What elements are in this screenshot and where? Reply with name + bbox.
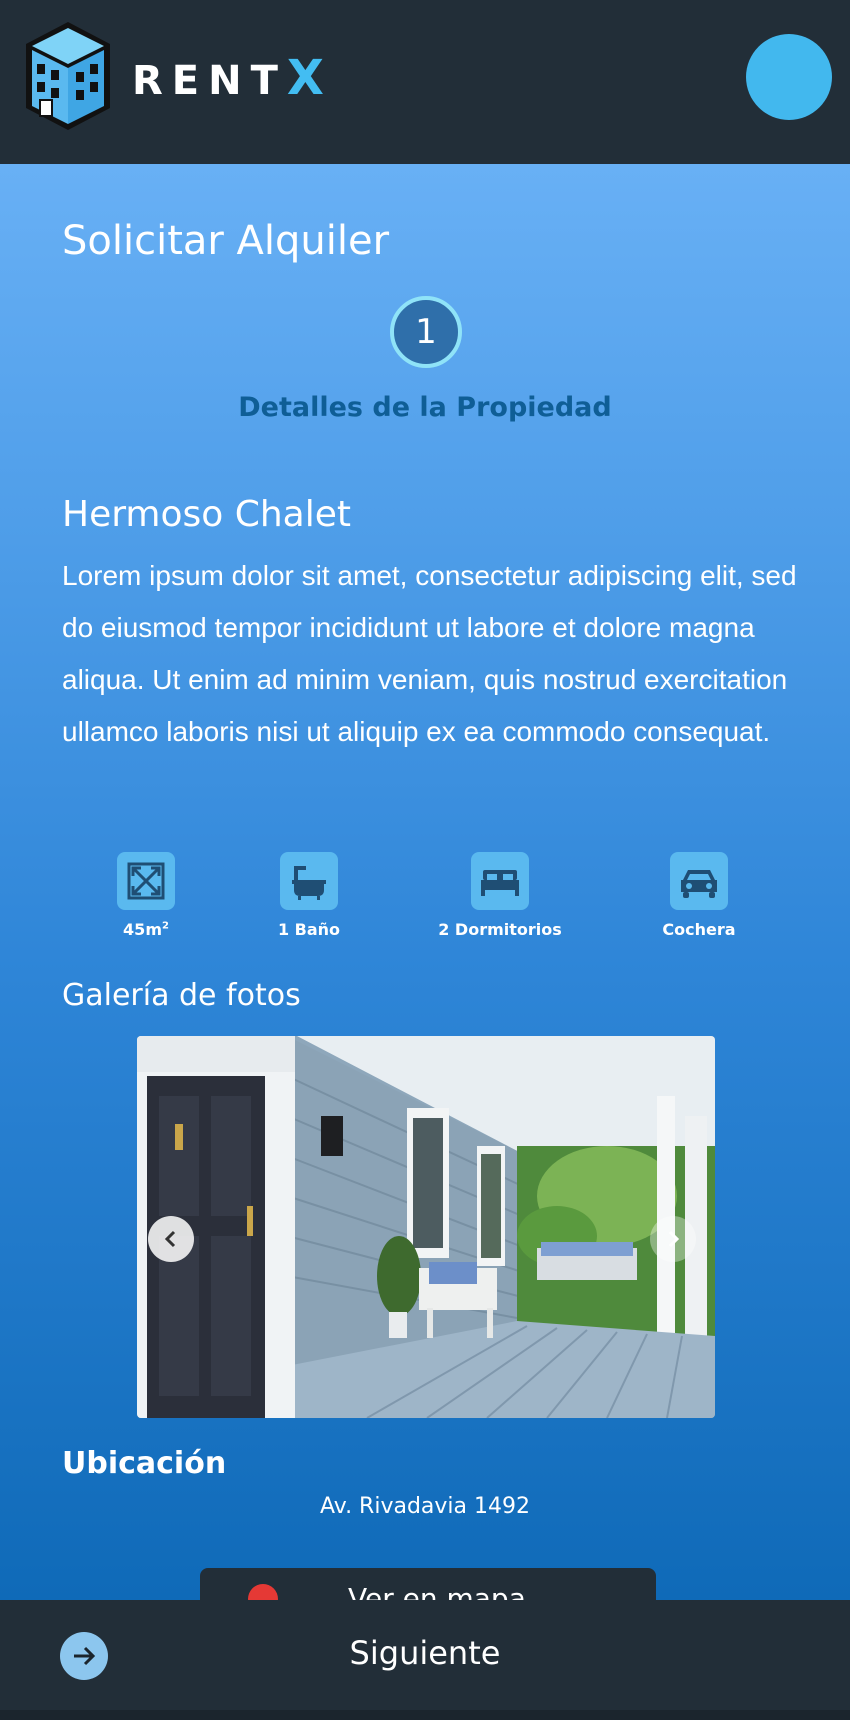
gallery-prev-button[interactable] (148, 1216, 194, 1262)
user-avatar[interactable] (746, 34, 832, 120)
app-header: RENTX (0, 0, 850, 164)
property-description: Lorem ipsum dolor sit amet, consectetur … (62, 560, 797, 747)
photo-gallery[interactable] (137, 1036, 715, 1418)
feature-bath: 1 Baño (229, 852, 389, 939)
address-text: Av. Rivadavia 1492 (320, 1494, 530, 1519)
feature-garage-label: Cochera (662, 920, 736, 939)
location-title: Ubicación (62, 1446, 227, 1481)
feature-garage: Cochera (619, 852, 779, 939)
page-title: Solicitar Alquiler (62, 218, 390, 264)
gallery-title: Galería de fotos (62, 978, 301, 1013)
chevron-right-icon (668, 1230, 680, 1248)
area-value: 45m (123, 920, 162, 939)
feature-area: 45m2 (66, 852, 226, 939)
feature-area-label: 45m2 (66, 920, 226, 939)
building-icon (26, 22, 110, 130)
brand-text: RENT (132, 58, 287, 104)
bottom-action-bar: Siguiente (0, 1600, 850, 1710)
feature-bedrooms-label: 2 Dormitorios (438, 920, 562, 939)
brand-accent: X (286, 50, 324, 106)
car-icon (670, 852, 728, 910)
expand-area-icon (117, 852, 175, 910)
bed-icon (471, 852, 529, 910)
step-label: Detalles de la Propiedad (238, 392, 612, 423)
property-title: Hermoso Chalet (62, 494, 351, 535)
brand-logo: RENTX (132, 50, 324, 106)
gallery-next-button[interactable] (650, 1216, 696, 1262)
bathtub-icon (280, 852, 338, 910)
next-label[interactable]: Siguiente (0, 1634, 850, 1672)
main-content: Solicitar Alquiler 1 Detalles de la Prop… (0, 164, 850, 1628)
system-bar (0, 1710, 850, 1720)
feature-bath-label: 1 Baño (277, 920, 341, 939)
features-row: 45m2 1 Baño 2 Dormitorios Cochera (0, 852, 850, 952)
area-unit-sup: 2 (161, 920, 169, 932)
step-indicator: 1 (390, 296, 462, 368)
gallery-photo (137, 1036, 715, 1418)
feature-bedrooms: 2 Dormitorios (420, 852, 580, 939)
chevron-left-icon (164, 1230, 176, 1248)
